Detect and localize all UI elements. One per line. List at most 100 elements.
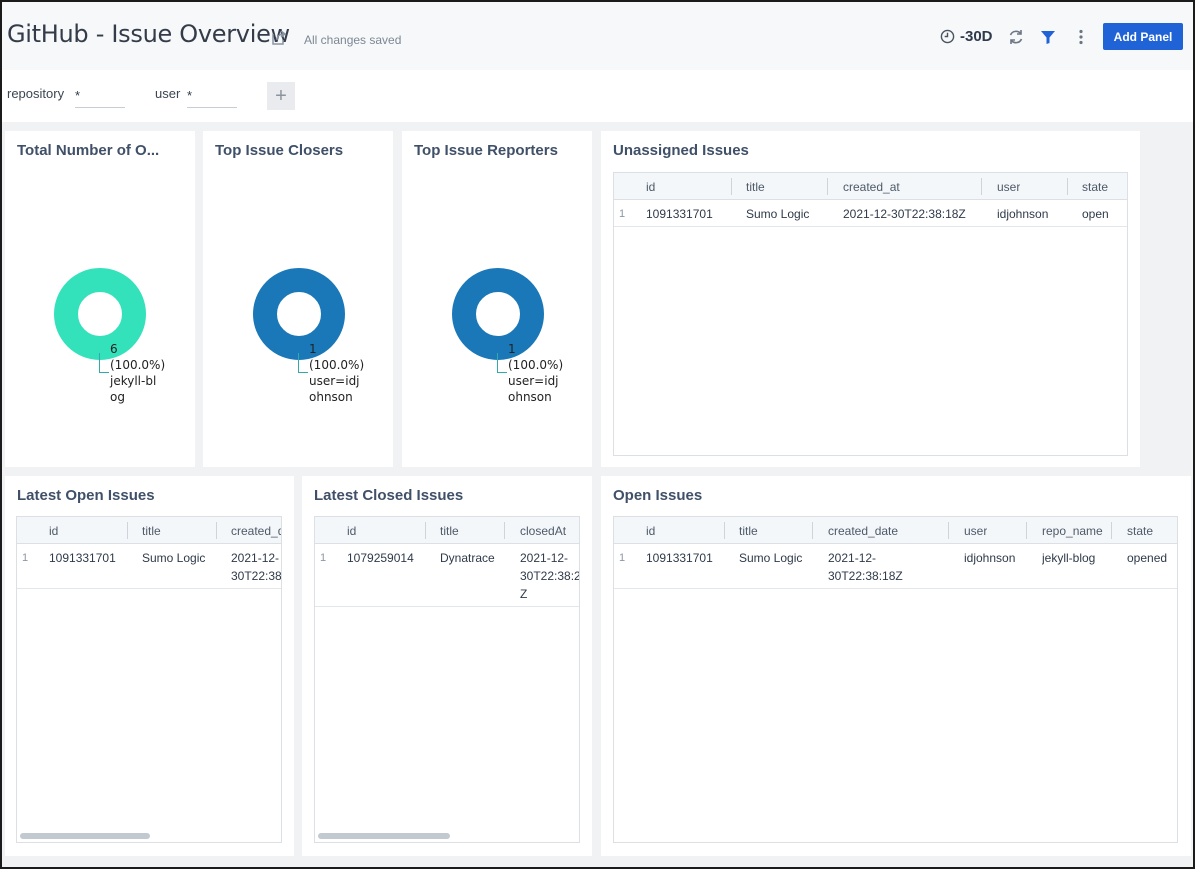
column-header-user[interactable]: user [997, 180, 1020, 194]
column-header-created-date[interactable]: created_date [828, 524, 898, 538]
panel-title[interactable]: Latest Open Issues [17, 487, 155, 504]
column-resize-handle[interactable] [1067, 178, 1068, 195]
panel-unassigned-issues: Unassigned Issues id title created_at us… [601, 131, 1140, 467]
column-header-closed-at[interactable]: closedAt [520, 524, 579, 538]
label-leader-line [99, 353, 109, 373]
table-header: id title created_d [17, 517, 281, 544]
cell-created-at: 2021-12-30T22:38:18Z [843, 207, 966, 221]
panel-title[interactable]: Top Issue Reporters [414, 142, 558, 159]
donut-data-label: 1 (100.0%) user=idj ohnson [508, 341, 563, 405]
column-resize-handle[interactable] [1111, 522, 1112, 539]
label-leader-line [298, 353, 308, 373]
cell-id: 1091331701 [646, 551, 713, 565]
column-header-created-date[interactable]: created_d [231, 524, 281, 538]
panel-open-issues: Open Issues id title created_date user r… [601, 476, 1191, 856]
row-number: 1 [619, 552, 626, 564]
panel-title[interactable]: Open Issues [613, 487, 702, 504]
save-status: All changes saved [304, 33, 402, 47]
cell-state: open [1082, 207, 1109, 221]
panel-title[interactable]: Top Issue Closers [215, 142, 343, 159]
page-title: GitHub - Issue Overview [7, 20, 290, 48]
filter-icon[interactable] [1039, 28, 1057, 46]
time-range-label: -30D [960, 28, 993, 45]
donut-name: ohnson [508, 390, 552, 404]
column-resize-handle[interactable] [827, 178, 828, 195]
latest-closed-issues-table: id title closedAt 1 1079259014 Dynatrace… [314, 516, 580, 843]
column-resize-handle[interactable] [731, 178, 732, 195]
column-header-title[interactable]: title [746, 180, 765, 194]
cell-closed-at: 2021-12- [520, 551, 569, 565]
column-resize-handle[interactable] [724, 522, 725, 539]
column-header-state[interactable]: state [1082, 180, 1108, 194]
donut-name: user=idj [508, 374, 559, 388]
column-header-user[interactable]: user [964, 524, 987, 538]
table-header: id title closedAt [315, 517, 579, 544]
column-resize-handle[interactable] [948, 522, 949, 539]
donut-slice[interactable] [54, 268, 146, 360]
table-row[interactable]: 1 1091331701 Sumo Logic 2021-12- 30T22:3… [17, 544, 281, 589]
column-resize-handle[interactable] [504, 522, 505, 539]
cell-id: 1079259014 [347, 551, 414, 565]
filter-bar: repository user + [2, 70, 1193, 122]
column-header-title[interactable]: title [440, 524, 459, 538]
donut-value: 6 [110, 342, 118, 356]
table-header: id title created_at user state [614, 173, 1127, 200]
column-header-repo-name[interactable]: repo_name [1042, 524, 1103, 538]
cell-closed-at: 30T22:38:2 [520, 569, 580, 583]
cell-id: 1091331701 [49, 551, 116, 565]
column-header-state[interactable]: state [1127, 524, 1153, 538]
donut-name: og [110, 390, 125, 404]
dashboard-header: GitHub - Issue Overview All changes save… [2, 2, 1193, 70]
cell-title: Dynatrace [440, 551, 495, 565]
cell-created-date: 2021-12- [231, 551, 280, 565]
repository-filter-input[interactable] [75, 84, 125, 108]
donut-slice[interactable] [253, 268, 345, 360]
column-header-id[interactable]: id [646, 524, 655, 538]
more-options-icon[interactable] [1072, 28, 1090, 46]
table-row[interactable]: 1 1079259014 Dynatrace 2021-12- 30T22:38… [315, 544, 579, 607]
open-issues-table: id title created_date user repo_name sta… [613, 516, 1178, 843]
column-resize-handle[interactable] [812, 522, 813, 539]
panel-top-issue-closers: Top Issue Closers 1 (100.0%) user=idj oh… [203, 131, 393, 467]
panel-latest-open-issues: Latest Open Issues id title created_d 1 … [5, 476, 294, 856]
donut-name: ohnson [309, 390, 353, 404]
user-filter-input[interactable] [187, 84, 237, 108]
donut-slice[interactable] [452, 268, 544, 360]
panel-title[interactable]: Latest Closed Issues [314, 487, 463, 504]
column-header-title[interactable]: title [142, 524, 161, 538]
column-header-title[interactable]: title [739, 524, 758, 538]
table-row[interactable]: 1 1091331701 Sumo Logic 2021-12- 30T22:3… [614, 544, 1177, 589]
cell-repo-name: jekyll-blog [1042, 551, 1096, 565]
dashboard-frame: GitHub - Issue Overview All changes save… [0, 0, 1195, 869]
add-filter-button[interactable]: + [267, 82, 295, 110]
add-panel-button[interactable]: Add Panel [1103, 23, 1183, 50]
column-header-id[interactable]: id [49, 524, 58, 538]
row-number: 1 [320, 552, 327, 564]
donut-name: jekyll-bl [110, 374, 157, 388]
horizontal-scrollbar[interactable] [318, 833, 450, 839]
column-header-created-at[interactable]: created_at [843, 180, 900, 194]
column-resize-handle[interactable] [127, 522, 128, 539]
column-resize-handle[interactable] [425, 522, 426, 539]
column-header-id[interactable]: id [646, 180, 655, 194]
panel-total-open-issues: Total Number of O... 6 (100.0%) jekyll-b… [5, 131, 195, 467]
refresh-icon[interactable] [1007, 28, 1025, 46]
cell-state: opened [1127, 551, 1168, 565]
column-header-id[interactable]: id [347, 524, 356, 538]
horizontal-scrollbar[interactable] [20, 833, 150, 839]
donut-data-label: 6 (100.0%) jekyll-bl og [110, 341, 165, 405]
table-row[interactable]: 1 1091331701 Sumo Logic 2021-12-30T22:38… [614, 200, 1127, 227]
share-icon[interactable] [270, 29, 288, 47]
column-resize-handle[interactable] [1026, 522, 1027, 539]
panel-title[interactable]: Total Number of O... [17, 142, 187, 159]
cell-created-date: 2021-12- [828, 551, 877, 565]
donut-data-label: 1 (100.0%) user=idj ohnson [309, 341, 364, 405]
row-number: 1 [619, 208, 626, 220]
column-resize-handle[interactable] [981, 178, 982, 195]
cell-id: 1091331701 [646, 207, 713, 221]
panel-title[interactable]: Unassigned Issues [613, 142, 749, 159]
clock-icon [940, 29, 955, 44]
column-resize-handle[interactable] [216, 522, 217, 539]
time-range-button[interactable]: -30D [940, 28, 993, 45]
cell-title: Sumo Logic [739, 551, 803, 565]
